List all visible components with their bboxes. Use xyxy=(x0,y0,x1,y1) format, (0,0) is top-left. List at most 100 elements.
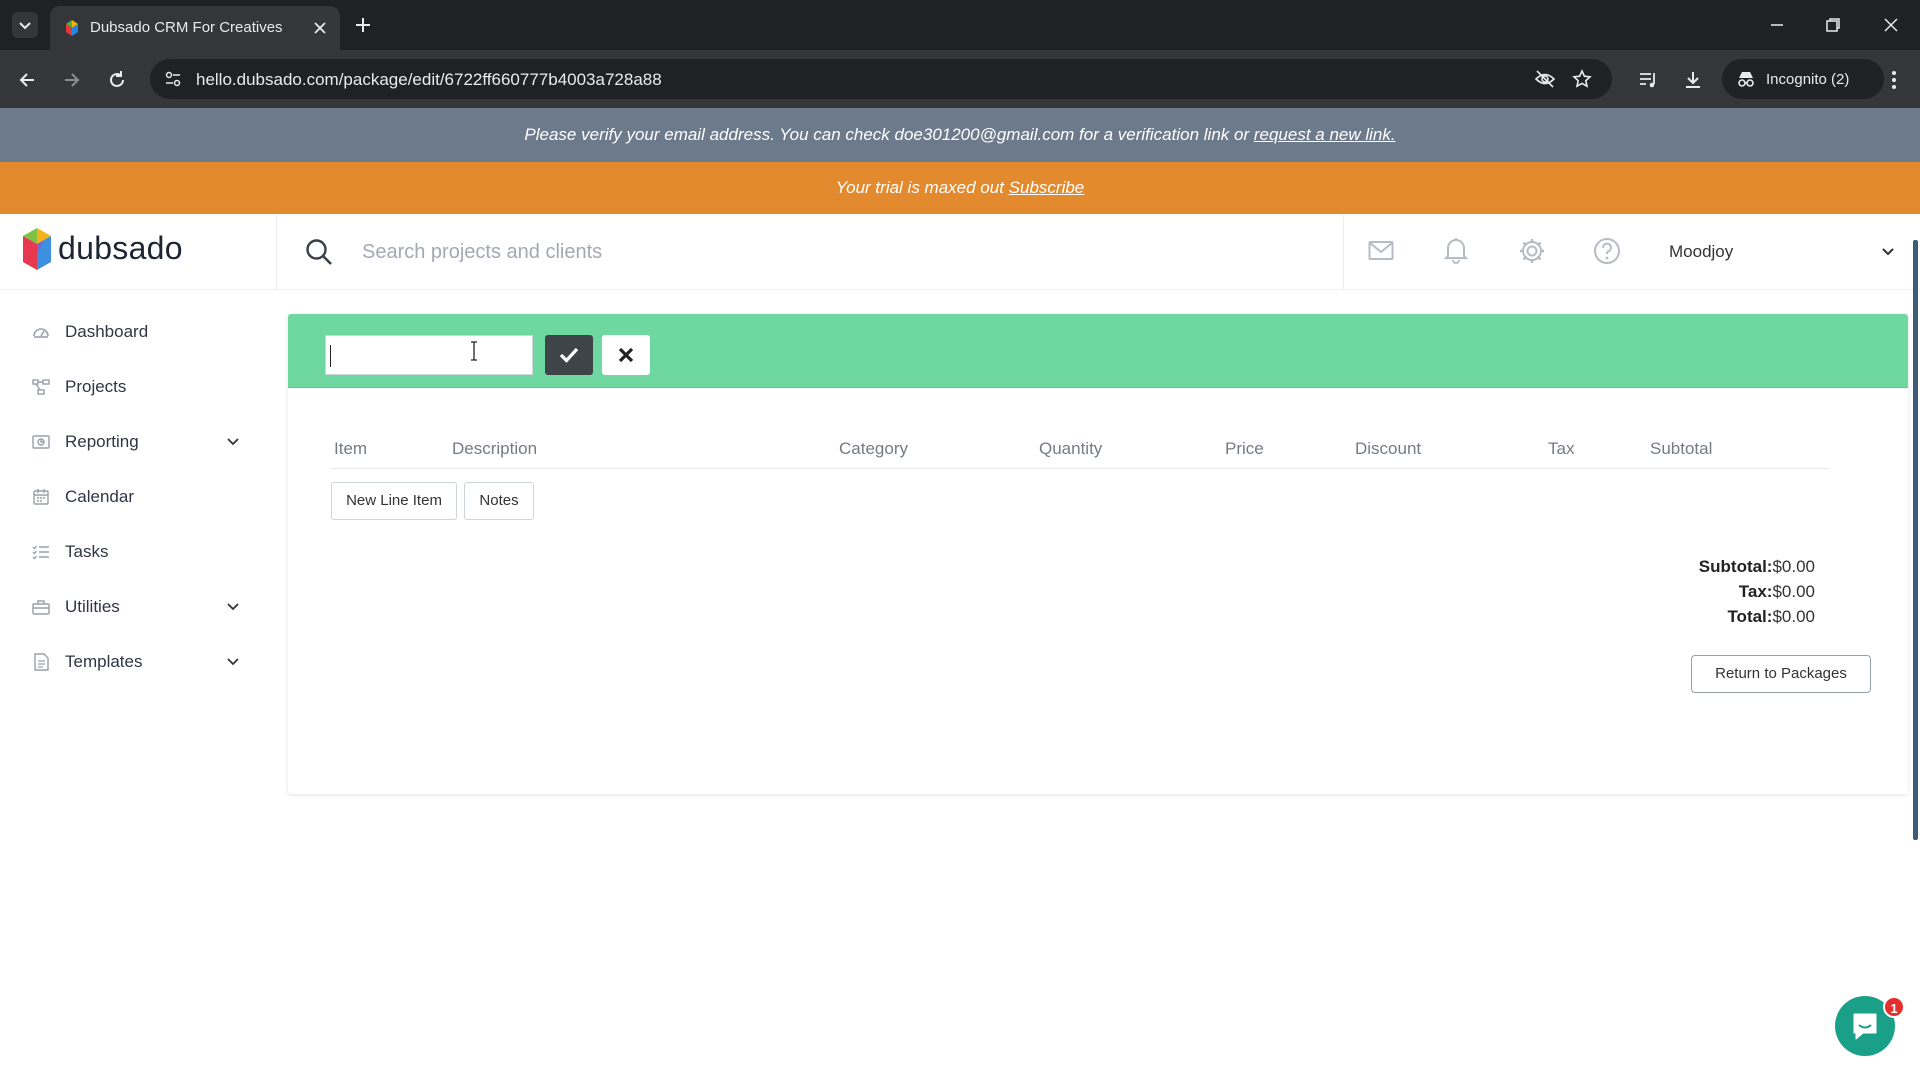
help-icon[interactable] xyxy=(1593,237,1621,265)
chevron-down-icon xyxy=(19,22,31,30)
sidebar-item-tasks[interactable]: Tasks xyxy=(0,532,270,572)
bell-icon[interactable] xyxy=(1444,236,1468,264)
browser-tab-bar: Dubsado CRM For Creatives xyxy=(0,0,1920,50)
return-to-packages-button[interactable]: Return to Packages xyxy=(1691,655,1871,693)
logo-text: dubsado xyxy=(58,230,183,266)
browser-toolbar: hello.dubsado.com/package/edit/6722ff660… xyxy=(0,50,1920,108)
dashboard-icon xyxy=(33,328,49,338)
incognito-label: Incognito (2) xyxy=(1766,71,1850,88)
bookmark-star-icon[interactable] xyxy=(1572,69,1592,89)
request-new-link[interactable]: request a new link. xyxy=(1254,125,1396,144)
column-header-quantity: Quantity xyxy=(1039,439,1103,458)
subscribe-link[interactable]: Subscribe xyxy=(1009,178,1085,197)
package-name-input[interactable] xyxy=(325,335,533,375)
search-input[interactable] xyxy=(362,236,1262,268)
app-header: dubsado Moodjoy xyxy=(0,214,1920,290)
chevron-down-icon xyxy=(227,658,239,666)
templates-icon xyxy=(34,653,49,671)
tasks-icon xyxy=(32,545,49,560)
site-settings-icon[interactable] xyxy=(164,70,182,88)
back-arrow-icon[interactable] xyxy=(16,69,38,91)
search-icon[interactable] xyxy=(305,238,333,266)
total-label: Total: xyxy=(1727,607,1773,626)
verify-email-banner: Please verify your email address. You ca… xyxy=(0,108,1920,162)
address-bar[interactable]: hello.dubsado.com/package/edit/6722ff660… xyxy=(150,59,1612,99)
eye-off-icon[interactable] xyxy=(1534,69,1556,89)
new-tab-icon[interactable] xyxy=(354,16,372,34)
header-divider xyxy=(1343,214,1344,290)
close-icon xyxy=(618,347,634,363)
close-window-icon[interactable] xyxy=(1882,16,1900,34)
incognito-indicator[interactable]: Incognito (2) xyxy=(1722,59,1884,99)
chevron-down-icon xyxy=(227,603,239,611)
checkmark-icon xyxy=(559,347,579,363)
header-divider xyxy=(276,214,277,290)
total-value: $0.00 xyxy=(1772,607,1815,626)
user-menu-name[interactable]: Moodjoy xyxy=(1669,242,1733,262)
projects-icon xyxy=(32,379,50,395)
sidebar-item-reporting[interactable]: Reporting xyxy=(0,422,270,462)
column-header-tax: Tax xyxy=(1548,439,1575,458)
column-header-category: Category xyxy=(839,439,908,458)
restore-icon[interactable] xyxy=(1824,16,1842,34)
sidebar: Dashboard Projects Reporting Calendar Ta… xyxy=(0,290,276,1080)
dubsado-logo-icon xyxy=(23,228,51,270)
new-line-item-button[interactable]: New Line Item xyxy=(331,482,457,520)
sidebar-item-label: Dashboard xyxy=(65,322,149,341)
text-cursor-icon xyxy=(471,341,477,361)
tab-title: Dubsado CRM For Creatives xyxy=(90,19,283,36)
calendar-icon xyxy=(33,489,49,505)
minimize-icon[interactable] xyxy=(1768,16,1786,34)
verify-email-text: Please verify your email address. You ca… xyxy=(524,125,1254,144)
browser-tab[interactable]: Dubsado CRM For Creatives xyxy=(50,6,340,50)
reporting-icon xyxy=(32,435,50,449)
forward-arrow-icon[interactable] xyxy=(61,69,83,91)
column-header-discount: Discount xyxy=(1355,439,1422,458)
column-header-description: Description xyxy=(452,439,538,458)
page-scrollbar[interactable] xyxy=(1913,240,1918,840)
subtotal-line: Subtotal:$0.00 xyxy=(1699,557,1815,577)
sidebar-item-label: Utilities xyxy=(65,597,120,616)
reload-icon[interactable] xyxy=(106,69,128,91)
tax-line: Tax:$0.00 xyxy=(1739,582,1815,602)
sidebar-item-label: Reporting xyxy=(65,432,139,451)
confirm-name-button[interactable] xyxy=(545,335,593,375)
sidebar-item-label: Calendar xyxy=(65,487,134,506)
cancel-name-button[interactable] xyxy=(602,335,650,375)
mail-icon[interactable] xyxy=(1368,240,1394,262)
tax-label: Tax: xyxy=(1738,582,1773,601)
chat-unread-badge: 1 xyxy=(1883,996,1905,1018)
close-tab-icon[interactable] xyxy=(312,20,328,36)
notes-button[interactable]: Notes xyxy=(464,482,534,520)
text-cursor xyxy=(330,345,331,367)
sidebar-item-utilities[interactable]: Utilities xyxy=(0,587,270,627)
total-line: Total:$0.00 xyxy=(1727,607,1815,627)
trial-text: Your trial is maxed out xyxy=(835,178,1009,197)
url-text: hello.dubsado.com/package/edit/6722ff660… xyxy=(196,70,662,89)
utilities-icon xyxy=(32,600,50,615)
package-editor-card: Item Description Category Quantity Price… xyxy=(288,314,1908,794)
chat-icon xyxy=(1853,1013,1877,1040)
chevron-down-icon xyxy=(227,438,239,446)
tax-value: $0.00 xyxy=(1772,582,1815,601)
gear-icon[interactable] xyxy=(1518,237,1546,265)
sidebar-item-dashboard[interactable]: Dashboard xyxy=(0,312,270,352)
chevron-down-icon[interactable] xyxy=(1880,244,1896,260)
browser-menu-icon[interactable] xyxy=(1884,69,1904,91)
sidebar-item-projects[interactable]: Projects xyxy=(0,367,270,407)
subtotal-value: $0.00 xyxy=(1772,557,1815,576)
dubsado-favicon-icon xyxy=(66,20,78,36)
sidebar-item-label: Tasks xyxy=(65,542,109,561)
column-header-subtotal: Subtotal xyxy=(1650,439,1713,458)
sidebar-item-templates[interactable]: Templates xyxy=(0,642,270,682)
tab-list-button[interactable] xyxy=(12,12,38,38)
column-header-price: Price xyxy=(1225,439,1264,458)
logo[interactable]: dubsado xyxy=(0,214,276,290)
sidebar-item-label: Templates xyxy=(65,652,143,671)
subtotal-label: Subtotal: xyxy=(1698,557,1773,576)
incognito-icon xyxy=(1738,72,1754,87)
sidebar-item-calendar[interactable]: Calendar xyxy=(0,477,270,517)
media-controls-icon[interactable] xyxy=(1637,69,1659,91)
line-items-table-header: Item Description Category Quantity Price… xyxy=(330,429,1830,469)
download-icon[interactable] xyxy=(1682,69,1704,91)
